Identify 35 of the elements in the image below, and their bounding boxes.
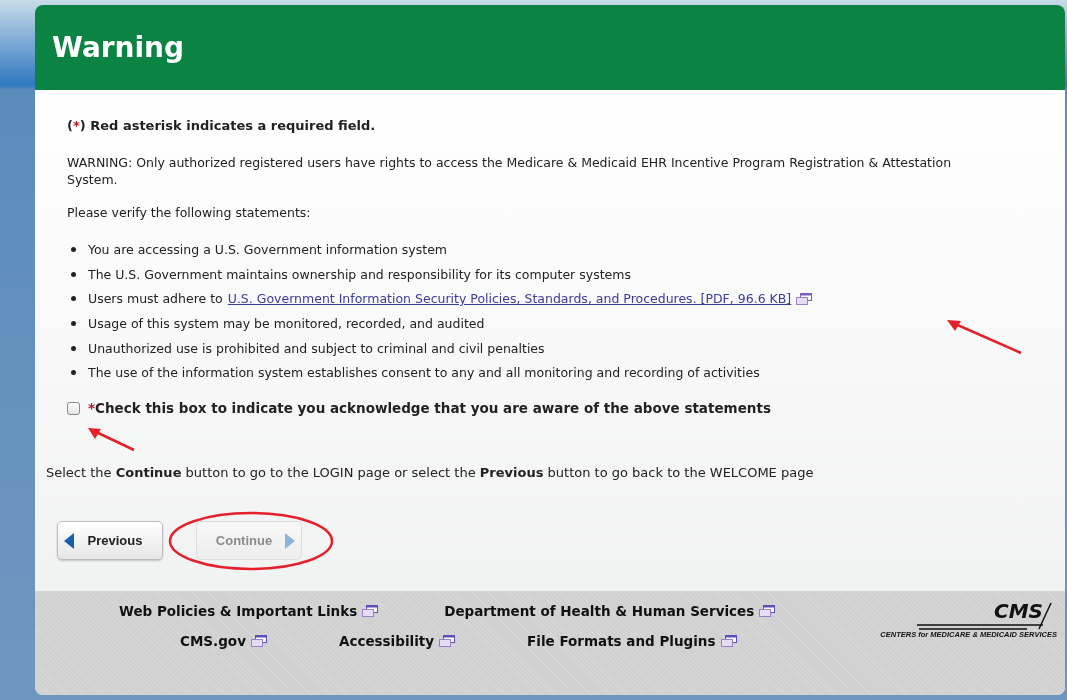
statement-text: You are accessing a U.S. Government information system <box>88 241 447 257</box>
logo-text: CMS <box>994 601 1043 621</box>
footer-link[interactable]: Department of Health & Human Services <box>444 603 755 619</box>
external-link-icon <box>796 292 813 305</box>
instructions-text: Select the Continue button to go to the LOGIN page or select the Previous button to go back to the WELCOME page <box>46 464 814 482</box>
policy-link[interactable]: U.S. Government Information Security Policies, Standards, and Procedures. [PDF, 96.6 KB] <box>227 291 792 307</box>
footer-link[interactable]: CMS.gov <box>180 633 246 649</box>
statement-text: Users must adhere to <box>88 291 223 307</box>
verify-prompt: Please verify the following statements: <box>67 204 312 221</box>
footer-link[interactable]: Web Policies & Important Links <box>119 603 358 619</box>
footer-link[interactable]: Accessibility <box>338 633 435 649</box>
bullet-icon <box>71 320 76 326</box>
bullet-icon <box>71 246 76 252</box>
external-link-icon <box>759 605 776 617</box>
required-note: (*) Red asterisk indicates a required field. <box>67 118 376 133</box>
external-link-icon <box>439 635 456 647</box>
left-triangle-icon <box>64 532 74 549</box>
footer-link[interactable]: File Formats and Plugins <box>527 633 716 649</box>
bullet-icon <box>71 345 76 351</box>
bullet-icon <box>71 296 76 302</box>
right-triangle-icon <box>285 532 295 549</box>
external-link-icon <box>362 605 379 617</box>
previous-button[interactable]: Previous <box>57 521 163 561</box>
statement-text: The U.S. Government maintains ownership and responsibility for its computer systems <box>88 266 631 282</box>
warning-text: WARNING: Only authorized registered users have rights to access the Medicare & Medicaid EHR Incentive Program Registration & Attestation System. <box>67 154 953 188</box>
statement-text: The use of the information system establishes consent to any and all monitoring and recording of activities <box>88 365 760 381</box>
acknowledge-label: *Check this box to indicate you acknowledge that you are aware of the above statements <box>88 400 771 417</box>
acknowledge-checkbox[interactable] <box>67 401 80 415</box>
page-title: Warning <box>52 31 185 64</box>
external-link-icon <box>720 635 737 647</box>
external-link-icon <box>250 635 267 647</box>
bullet-icon <box>71 271 76 277</box>
statement-text: Unauthorized use is prohibited and subject to criminal and civil penalties <box>88 340 545 356</box>
bullet-icon <box>71 370 76 376</box>
statement-text: Usage of this system may be monitored, recorded, and audited <box>88 315 485 331</box>
